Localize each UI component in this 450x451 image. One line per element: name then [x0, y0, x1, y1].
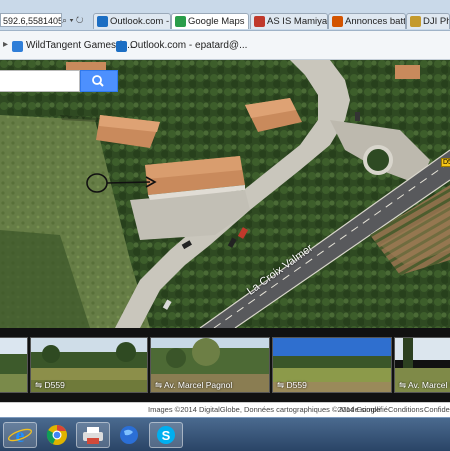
tab-label: AS IS Mamiya Sup [267, 16, 328, 27]
thumbnail-label: Av. Marcel Pagnol [164, 380, 233, 390]
taskbar-chrome[interactable] [40, 422, 74, 448]
tab-google-maps[interactable]: Google Maps [171, 13, 249, 29]
favorite-label: Outlook.com - epatard@... [130, 40, 248, 51]
tab-label: Google Maps [188, 16, 245, 27]
pegman-icon: ⇋ [155, 380, 163, 390]
pegman-icon: ⇋ [399, 380, 407, 390]
search-icon[interactable]: ⌕ [62, 15, 67, 25]
wildtangent-icon [12, 41, 23, 52]
outlook-icon [116, 41, 127, 52]
chrome-icon [46, 425, 67, 445]
favorites-bar: ▸ WildTangent Games fo... Outlook.com - … [0, 31, 450, 60]
taskbar-globe[interactable] [112, 422, 146, 448]
taskbar-internet-explorer[interactable]: e [3, 422, 37, 448]
simplified-mode-link[interactable]: Mode simplifié [340, 403, 388, 417]
favorite-outlook[interactable]: Outlook.com - epatard@... [116, 39, 247, 53]
address-bar[interactable]: 592.6,5581405.13 [0, 13, 62, 27]
dropdown-icon[interactable]: ▾ [70, 15, 74, 25]
svg-text:e: e [16, 425, 25, 447]
terms-link[interactable]: Conditions [388, 403, 423, 417]
address-bar-tools[interactable]: ⌕ ▾ ↻ [62, 13, 92, 27]
tab-label: Annonces batterie [345, 16, 406, 27]
tab-mamiya[interactable]: AS IS Mamiya Sup [250, 13, 328, 29]
map-footer: Images ©2014 DigitalGlobe, Données carto… [0, 402, 450, 417]
tab-dji[interactable]: DJI Phanto [406, 13, 450, 29]
printer-icon [83, 427, 103, 444]
skype-icon: S [157, 426, 175, 444]
maps-search-input[interactable] [0, 70, 80, 92]
page-icon [254, 16, 265, 27]
thumbnail-label: D559 [44, 380, 65, 390]
thumbnail-label: D559 [286, 380, 307, 390]
svg-text:S: S [162, 428, 171, 443]
tab-outlook[interactable]: Outlook.com - ep [93, 13, 171, 29]
search-icon [92, 75, 104, 87]
pegman-icon: ⇋ [35, 380, 43, 390]
thumbnail-photo [0, 338, 27, 392]
google-maps-icon [175, 16, 186, 27]
page-icon [332, 16, 343, 27]
street-view-pin: ⇋ D559 [277, 380, 307, 391]
outlook-icon [97, 16, 108, 27]
internet-explorer-icon: e [7, 425, 33, 447]
refresh-icon[interactable]: ↻ [76, 15, 84, 25]
street-view-thumbnail[interactable] [0, 337, 28, 393]
thumbnail-label: Av. Marcel Pagnol [408, 380, 450, 390]
street-view-pin: ⇋ Av. Marcel Pagnol [399, 380, 450, 391]
street-view-thumbnail[interactable]: ⇋ D559 [272, 337, 392, 393]
tab-annonces[interactable]: Annonces batterie [328, 13, 406, 29]
browser-tab-bar: 592.6,5581405.13 ⌕ ▾ ↻ Outlook.com - ep … [0, 0, 450, 31]
street-view-thumbnail[interactable]: ⇋ Av. Marcel Pagnol [394, 337, 450, 393]
satellite-imagery [0, 60, 450, 328]
pegman-icon: ⇋ [277, 380, 285, 390]
globe-icon [120, 426, 138, 444]
street-view-strip: ⇋ D559 ⇋ Av. Marcel Pagnol ⇋ D559 ⇋ Av. … [0, 328, 450, 402]
windows-taskbar: e S [0, 417, 450, 451]
tab-label: Outlook.com - ep [110, 16, 170, 27]
road-number-badge: D559 [441, 158, 450, 167]
street-view-pin: ⇋ Av. Marcel Pagnol [155, 380, 232, 391]
street-view-pin: ⇋ D559 [35, 380, 65, 391]
tab-label: DJI Phanto [423, 16, 449, 27]
maps-search-button[interactable] [80, 70, 118, 92]
taskbar-skype[interactable]: S [149, 422, 183, 448]
favorites-arrow-icon[interactable]: ▸ [3, 39, 8, 50]
satellite-map[interactable]: La Croix Valmer D559 [0, 60, 450, 328]
street-view-thumbnail[interactable]: ⇋ Av. Marcel Pagnol [150, 337, 270, 393]
privacy-link[interactable]: Confident [424, 403, 450, 417]
street-view-thumbnail[interactable]: ⇋ D559 [30, 337, 148, 393]
dji-icon [410, 16, 421, 27]
taskbar-printer[interactable] [76, 422, 110, 448]
